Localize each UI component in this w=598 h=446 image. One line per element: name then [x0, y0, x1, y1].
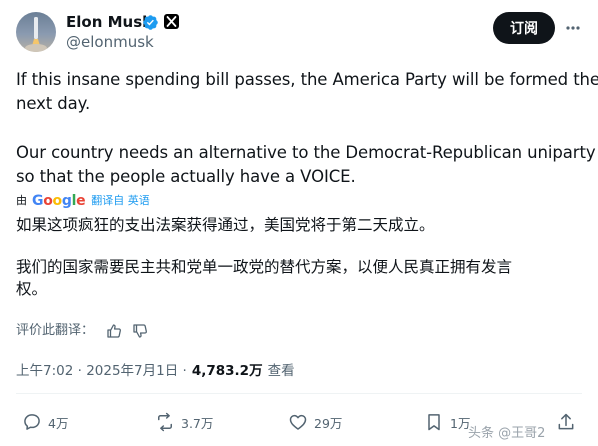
subscribe-button[interactable]: 订阅	[493, 12, 555, 44]
post-meta: 上午7:02 · 2025年7月1日 · 4,783.2万 查看	[16, 362, 295, 380]
x-affiliate-icon	[164, 14, 179, 29]
repost-icon	[158, 412, 172, 432]
like-button[interactable]: 29万	[288, 412, 342, 432]
bookmark-button[interactable]: 1万	[424, 412, 470, 432]
post-text-line-1: If this insane spending bill passes, the…	[16, 70, 598, 89]
thumbs-down-icon[interactable]	[132, 323, 148, 339]
google-logo: Google	[32, 193, 86, 209]
more-options-icon[interactable]	[565, 20, 581, 36]
watermark: 头条 @王哥2	[468, 426, 546, 441]
reply-icon	[24, 414, 40, 430]
share-icon	[558, 413, 574, 430]
translated-text-line-3: 权。	[16, 280, 48, 298]
verified-badge-icon	[143, 15, 158, 30]
post-text-line-4: so that the people actually have a VOICE…	[16, 167, 356, 186]
translated-from-link[interactable]: 翻译自 英语	[91, 193, 150, 209]
views-label: 查看	[267, 363, 295, 379]
rate-translation-label: 评价此翻译：	[16, 323, 95, 338]
post-time[interactable]: 上午7:02	[16, 362, 73, 380]
author-name[interactable]: Elon Musk	[66, 12, 152, 32]
share-button[interactable]	[556, 412, 582, 432]
reply-count: 4万	[48, 415, 69, 431]
translated-text-line-1: 如果这项疯狂的支出法案获得通过，美国党将于第二天成立。	[16, 216, 435, 234]
repost-count: 3.7万	[181, 415, 214, 431]
reply-button[interactable]: 4万	[22, 412, 68, 432]
heart-icon	[289, 414, 307, 430]
post-text-line-3: Our country needs an alternative to the …	[16, 143, 596, 162]
post-date[interactable]: 2025年7月1日	[86, 362, 178, 380]
meta-dot: ·	[73, 363, 87, 379]
meta-dot: ·	[178, 363, 187, 379]
translation-by-label: 由	[16, 194, 27, 207]
author-handle[interactable]: @elonmusk	[66, 33, 154, 51]
repost-button[interactable]: 3.7万	[155, 412, 213, 432]
divider	[16, 393, 582, 394]
rocket-launch-avatar-icon	[25, 17, 47, 52]
view-count: 4,783.2万	[191, 363, 263, 379]
like-count: 29万	[314, 415, 343, 431]
post-text-line-2: next day.	[16, 94, 91, 113]
translation-attribution: 由 Google 翻译自 英语	[16, 193, 150, 209]
bookmark-icon	[428, 414, 440, 431]
thumbs-up-icon[interactable]	[106, 323, 122, 339]
author-avatar[interactable]	[16, 12, 56, 52]
translated-text-line-2: 我们的国家需要民主共和党单一政党的替代方案，以便人民真正拥有发言	[16, 258, 513, 276]
